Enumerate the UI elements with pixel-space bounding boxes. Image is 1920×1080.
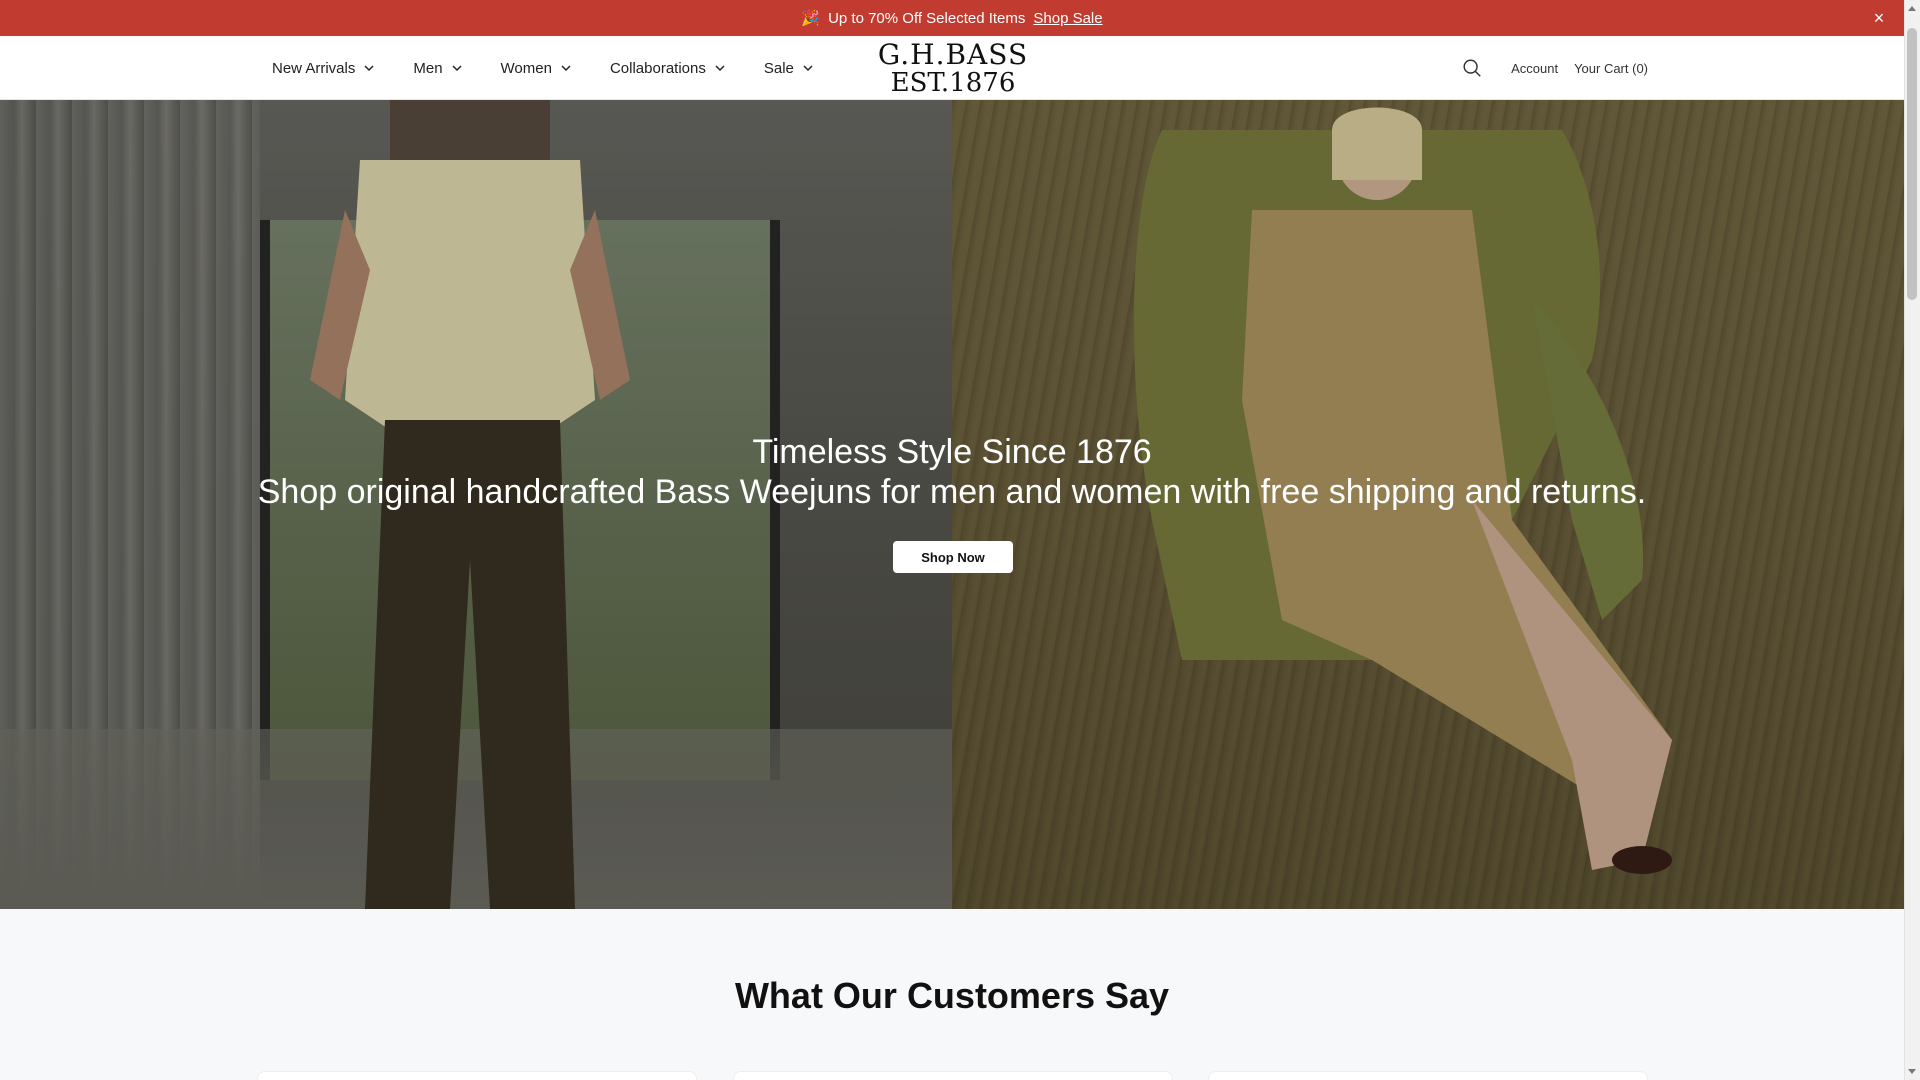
review-card xyxy=(733,1071,1173,1080)
nav-item-label: Women xyxy=(500,59,552,77)
nav-item-label: Collaborations xyxy=(609,59,706,77)
close-icon[interactable]: × xyxy=(1870,9,1888,27)
page-scrollbar[interactable] xyxy=(1904,0,1920,1080)
hero-subtitle: Shop original handcrafted Bass Weejuns f… xyxy=(257,473,1647,511)
nav-item-women[interactable]: Women xyxy=(501,60,572,77)
chevron-down-icon xyxy=(452,65,462,72)
review-card xyxy=(1208,1071,1648,1080)
chevron-down-icon xyxy=(561,65,571,72)
hero-banner: Timeless Style Since 1876 Shop original … xyxy=(0,100,1904,909)
chevron-down-icon xyxy=(803,65,813,72)
search-icon[interactable] xyxy=(1461,57,1483,79)
logo-line-2: EST.1876 xyxy=(890,67,1016,98)
chevron-down-icon xyxy=(364,65,374,72)
nav-item-label: Sale xyxy=(763,59,794,77)
scroll-thumb[interactable] xyxy=(1907,28,1917,300)
cart-link[interactable]: Your Cart (0) xyxy=(1574,61,1648,76)
brand-logo[interactable]: G.H.BASS EST.1876 xyxy=(877,37,1029,98)
shop-sale-link[interactable]: Shop Sale xyxy=(1033,10,1102,27)
testimonials-section: What Our Customers Say xyxy=(0,909,1904,1080)
section-heading: What Our Customers Say xyxy=(734,975,1170,1016)
review-card xyxy=(257,1071,697,1080)
chevron-down-icon xyxy=(715,65,725,72)
nav-item-label: Men xyxy=(413,59,443,77)
nav-item-men[interactable]: Men xyxy=(413,60,462,77)
nav-item-collaborations[interactable]: Collaborations xyxy=(610,60,726,77)
shop-now-button[interactable]: Shop Now xyxy=(893,541,1013,573)
scroll-up-arrow-icon[interactable] xyxy=(1908,6,1916,11)
nav-item-sale[interactable]: Sale xyxy=(764,60,814,77)
page: 🎉 Up to 70% Off Selected Items Shop Sale… xyxy=(0,0,1920,1080)
nav-item-new-arrivals[interactable]: New Arrivals xyxy=(272,60,375,77)
hero-text-block: Timeless Style Since 1876 Shop original … xyxy=(0,432,1904,512)
announcement-text: Up to 70% Off Selected Items xyxy=(828,9,1026,27)
party-icon: 🎉 xyxy=(801,10,821,27)
main-nav: New Arrivals Men Women Collaborations Sa… xyxy=(272,36,814,100)
account-link[interactable]: Account xyxy=(1511,61,1558,76)
logo-line-1: G.H.BASS xyxy=(877,37,1029,71)
hero-title: Timeless Style Since 1876 xyxy=(752,433,1152,471)
scroll-down-arrow-icon[interactable] xyxy=(1908,1069,1916,1074)
site-header: New Arrivals Men Women Collaborations Sa… xyxy=(0,36,1904,100)
nav-item-label: New Arrivals xyxy=(272,59,356,77)
announcement-bar: 🎉 Up to 70% Off Selected Items Shop Sale… xyxy=(0,0,1904,36)
header-actions: Account Your Cart (0) xyxy=(1461,36,1648,100)
